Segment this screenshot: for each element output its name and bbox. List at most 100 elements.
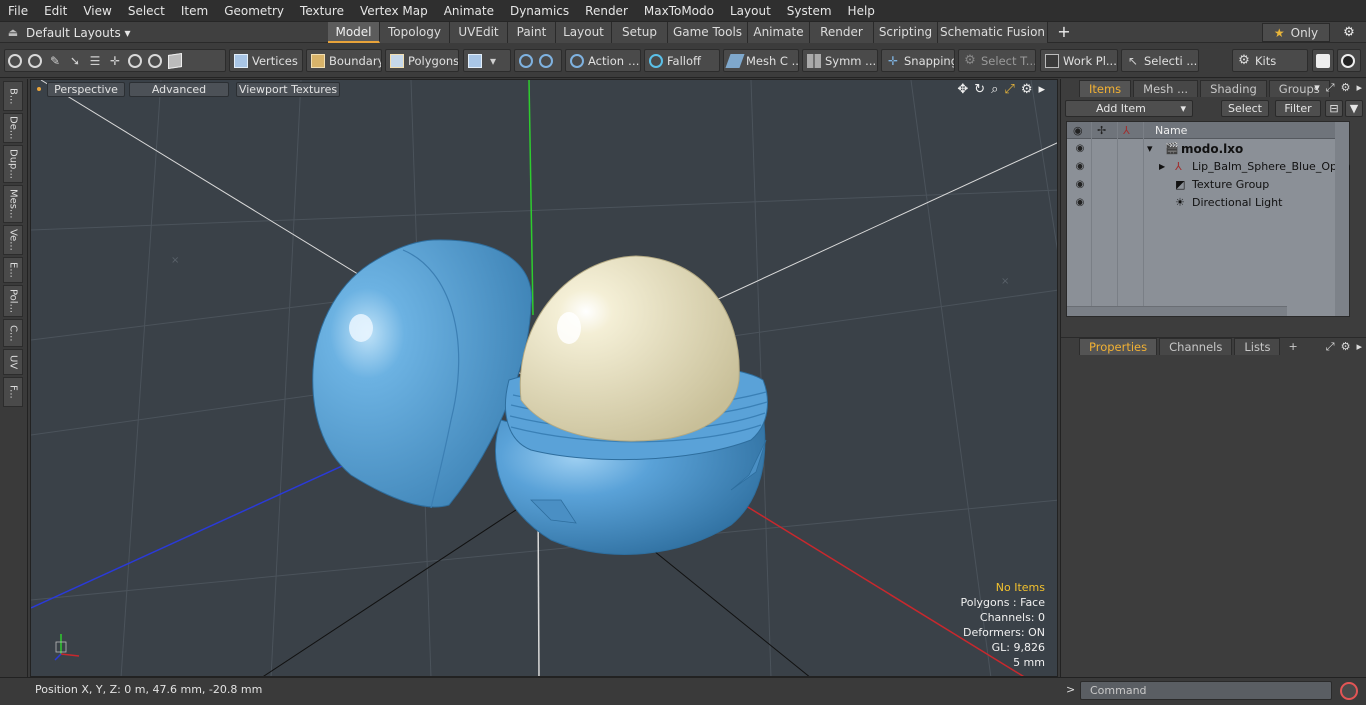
tab-lists[interactable]: Lists: [1234, 338, 1281, 355]
menu-geometry[interactable]: Geometry: [216, 0, 292, 22]
only-toggle[interactable]: ★ Only: [1262, 23, 1330, 42]
visibility-eye-icon[interactable]: ◉: [1073, 140, 1087, 158]
menu-select[interactable]: Select: [120, 0, 173, 22]
visibility-eye-icon[interactable]: ◉: [1073, 176, 1087, 194]
tab-setup[interactable]: Setup: [612, 22, 668, 43]
topology-select-icon[interactable]: [539, 53, 553, 68]
item-row-scene[interactable]: ◉ ▾ 🎬 modo.lxo: [1067, 140, 1349, 158]
item-row-texture-group[interactable]: ◉ ◩ Texture Group: [1067, 176, 1349, 194]
expand-right-icon[interactable]: ▸: [1038, 82, 1045, 97]
menu-render[interactable]: Render: [577, 0, 636, 22]
add-properties-tab-button[interactable]: +: [1282, 338, 1303, 355]
auto-select-icon[interactable]: [8, 53, 22, 68]
chevron-down-icon[interactable]: ▾: [1314, 81, 1320, 95]
menu-layout[interactable]: Layout: [722, 0, 779, 22]
menu-view[interactable]: View: [75, 0, 119, 22]
move-view-icon[interactable]: ✥: [957, 82, 968, 97]
item-list-vertical-scrollbar[interactable]: [1335, 122, 1349, 316]
action-center-button[interactable]: Action …: [565, 49, 641, 72]
item-row-light[interactable]: ◉ ☀ Directional Light: [1067, 194, 1349, 212]
panel-arrow-icon[interactable]: ▸: [1356, 340, 1362, 354]
vtab-uv[interactable]: UV: [3, 349, 23, 375]
vertices-button[interactable]: Vertices: [229, 49, 303, 72]
command-input[interactable]: Command: [1080, 681, 1332, 700]
item-list[interactable]: ◉ ✢ ⅄ Name ◉ ▾ 🎬 modo.lxo ◉ ▶ ⅄ Lip_Balm…: [1066, 121, 1351, 317]
perspective-view-button[interactable]: Perspective: [47, 82, 125, 97]
add-item-dropdown[interactable]: Add Item ▾: [1065, 100, 1193, 117]
falloff-button[interactable]: Falloff: [644, 49, 720, 72]
pivot-tool-icon[interactable]: [128, 53, 142, 68]
item-mode-icon[interactable]: [168, 52, 182, 69]
viewport-gear-icon[interactable]: ⚙: [1021, 82, 1033, 97]
vtab-fusion[interactable]: F...: [3, 377, 23, 407]
snapping-button[interactable]: ✛ Snapping: [881, 49, 955, 72]
type-column-icon[interactable]: ⅄: [1123, 122, 1130, 139]
selection-sets-button[interactable]: ↖ Selecti ...: [1121, 49, 1199, 72]
rotate-tool-icon[interactable]: [148, 53, 162, 68]
collapse-list-icon[interactable]: ⊟: [1325, 100, 1343, 117]
menu-dynamics[interactable]: Dynamics: [502, 0, 577, 22]
menu-system[interactable]: System: [779, 0, 840, 22]
menu-item[interactable]: Item: [173, 0, 216, 22]
tab-layout[interactable]: Layout: [556, 22, 612, 43]
vtab-edge[interactable]: E...: [3, 257, 23, 283]
kits-button[interactable]: ⚙ Kits: [1232, 49, 1308, 72]
lock-column-icon[interactable]: ✢: [1097, 122, 1106, 139]
menu-file[interactable]: File: [0, 0, 36, 22]
zoom-view-icon[interactable]: ⌕: [991, 82, 998, 97]
select-button[interactable]: Select: [1221, 100, 1269, 117]
item-list-horizontal-scrollbar[interactable]: [1067, 306, 1287, 316]
vtab-deform[interactable]: De...: [3, 113, 23, 143]
expand-panel-icon[interactable]: ⤢: [1326, 340, 1335, 354]
tab-model[interactable]: Model: [328, 22, 380, 43]
advanced-shading-button[interactable]: Advanced: [129, 82, 229, 97]
tab-topology[interactable]: Topology: [380, 22, 450, 43]
expand-panel-icon[interactable]: ⤢: [1326, 81, 1335, 95]
center-tool-icon[interactable]: ✛: [108, 54, 122, 68]
align-tool-icon[interactable]: ☰: [88, 54, 102, 68]
menu-help[interactable]: Help: [840, 0, 883, 22]
maximize-view-icon[interactable]: ⤢: [1004, 82, 1014, 97]
menu-animate[interactable]: Animate: [436, 0, 502, 22]
expand-triangle-icon[interactable]: ▾: [1147, 140, 1153, 158]
tab-game-tools[interactable]: Game Tools: [668, 22, 748, 43]
select-through-button[interactable]: ⚙ Select T...: [958, 49, 1036, 72]
default-layouts-dropdown[interactable]: Default Layouts ▾: [26, 26, 131, 40]
work-plane-button[interactable]: Work Pl...: [1040, 49, 1118, 72]
vtab-vertex[interactable]: Ve...: [3, 225, 23, 255]
visibility-column-eye-icon[interactable]: ◉: [1073, 122, 1083, 139]
tab-scripting[interactable]: Scripting: [874, 22, 938, 43]
tab-schematic-fusion[interactable]: Schematic Fusion: [938, 22, 1048, 43]
gear-icon[interactable]: ⚙: [1338, 22, 1360, 43]
menu-maxtomodo[interactable]: MaxToModo: [636, 0, 722, 22]
vtab-basic[interactable]: B...: [3, 81, 23, 111]
tab-items[interactable]: Items: [1079, 80, 1132, 97]
polygons-button[interactable]: Polygons: [385, 49, 459, 72]
record-macro-icon[interactable]: [1340, 682, 1358, 700]
menu-texture[interactable]: Texture: [292, 0, 352, 22]
element-select-icon[interactable]: [519, 53, 533, 68]
visibility-eye-icon[interactable]: ◉: [1073, 194, 1087, 212]
3d-viewport[interactable]: × × Perspective Advanced Viewport Textur…: [30, 79, 1058, 677]
panel-gear-icon[interactable]: ⚙: [1341, 81, 1351, 95]
name-column-header[interactable]: Name: [1155, 122, 1187, 139]
visibility-eye-icon[interactable]: ◉: [1073, 158, 1087, 176]
item-row-mesh[interactable]: ◉ ▶ ⅄ Lip_Balm_Sphere_Blue_Open: [1067, 158, 1351, 176]
menu-vertex-map[interactable]: Vertex Map: [352, 0, 436, 22]
material-mode-dropdown[interactable]: ▾: [463, 49, 511, 72]
filter-button[interactable]: Filter: [1275, 100, 1321, 117]
tab-properties[interactable]: Properties: [1079, 338, 1158, 355]
lasso-tool-icon[interactable]: ➘: [68, 54, 82, 68]
vtab-mesh-edit[interactable]: Mes...: [3, 185, 23, 223]
mesh-constraint-button[interactable]: Mesh C ...: [723, 49, 799, 72]
funnel-filter-icon[interactable]: ▼: [1345, 100, 1363, 117]
tab-animate[interactable]: Animate: [748, 22, 810, 43]
globe-select-icon[interactable]: [28, 53, 42, 68]
unity-button[interactable]: [1312, 49, 1334, 72]
unreal-button[interactable]: [1337, 49, 1361, 72]
tab-mesh[interactable]: Mesh ...: [1133, 80, 1199, 97]
tab-paint[interactable]: Paint: [508, 22, 556, 43]
pen-tool-icon[interactable]: ✎: [48, 54, 62, 68]
add-tab-button[interactable]: +: [1056, 22, 1072, 43]
panel-gear-icon[interactable]: ⚙: [1341, 340, 1351, 354]
